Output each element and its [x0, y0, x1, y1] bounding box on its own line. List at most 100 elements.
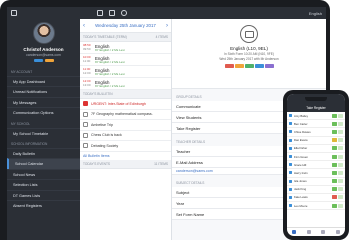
- attendance-mark[interactable]: [338, 121, 343, 126]
- attendance-mark[interactable]: [338, 154, 343, 159]
- class-tag: [264, 64, 274, 68]
- attendance-mark[interactable]: [338, 162, 343, 167]
- home-tab-icon[interactable]: [292, 230, 297, 234]
- student-check-icon: [289, 155, 292, 159]
- attendance-mark[interactable]: [332, 195, 337, 200]
- attendance-mark[interactable]: [338, 203, 343, 208]
- bulletin-icon: [83, 143, 88, 149]
- bulletin-text: Chess Club is back: [91, 133, 122, 138]
- current-date[interactable]: Wednesday 25th January 2017: [95, 23, 156, 28]
- student-check-icon: [289, 163, 292, 167]
- register-row[interactable]: Amy Bailey: [287, 112, 345, 121]
- register-row[interactable]: Leo Moore: [287, 202, 345, 211]
- bulletin-title: Today's Bulletin: [83, 92, 113, 96]
- register-row[interactable]: Isla Jones: [287, 178, 345, 186]
- attendance-mark[interactable]: [332, 162, 337, 167]
- attendance-mark[interactable]: [332, 203, 337, 208]
- lesson-time: 08:50 09:50: [83, 43, 95, 51]
- register-row[interactable]: Ella Fisher: [287, 145, 345, 153]
- attendance-mark[interactable]: [332, 138, 337, 143]
- register-row[interactable]: Finn Green: [287, 153, 345, 162]
- register-row[interactable]: Jack King: [287, 186, 345, 194]
- sidebar-section-title: School Information: [11, 141, 48, 146]
- sidebar-item[interactable]: My App Dashboard: [7, 76, 80, 86]
- sidebar-item[interactable]: My Messages: [7, 96, 80, 107]
- sidebar-item[interactable]: Absent Registers: [7, 199, 80, 210]
- bulletin-item[interactable]: 7F Geography mathematical compass.: [80, 110, 171, 120]
- sidebar-item[interactable]: Selection Lists: [7, 179, 80, 189]
- attendance-mark[interactable]: [338, 138, 343, 143]
- attendance-mark[interactable]: [338, 129, 343, 134]
- attendance-mark[interactable]: [338, 187, 343, 192]
- register-row[interactable]: Harry Irwin: [287, 169, 345, 178]
- sidebar-item[interactable]: School Calendar: [7, 158, 80, 169]
- attendance-mark[interactable]: [332, 187, 337, 192]
- timetable-row[interactable]: 12:00 13:00 English 9Y English / 2 Ms Lexi: [80, 78, 171, 90]
- attendance-mark[interactable]: [332, 146, 337, 151]
- lesson-detail: 9Y English / 2 Ms Lexi: [95, 84, 125, 88]
- lesson-detail: 9Y English / 2 Ms Lexi: [95, 60, 125, 64]
- lesson-end: 12:00: [83, 70, 91, 75]
- attendance-mark[interactable]: [332, 170, 337, 175]
- sidebar-item[interactable]: My School Timetable: [7, 127, 80, 138]
- sidebar-item[interactable]: Unread Notifications: [7, 86, 80, 96]
- attendance-mark[interactable]: [338, 195, 343, 200]
- sidebar-item[interactable]: Daily Bulletin: [7, 147, 80, 158]
- sidebar-item[interactable]: DT Games Lists: [7, 189, 80, 200]
- avatar[interactable]: [32, 22, 55, 44]
- bulletin-item[interactable]: Chess Club is back: [80, 131, 171, 141]
- class-summary: English (L10, 9EL) In Sixth Form 10:20 A…: [172, 19, 326, 89]
- attendance-mark[interactable]: [332, 113, 337, 118]
- student-check-icon: [289, 204, 292, 208]
- lesson-info: English 9Y English / 2 Ms Lexi: [95, 44, 125, 52]
- all-bulletin-link[interactable]: All Bulletin Items: [80, 152, 171, 160]
- lesson-end: 09:50: [83, 46, 91, 51]
- lesson-info: English 9Y English / 2 Ms Lexi: [95, 68, 125, 76]
- attendance-mark[interactable]: [338, 179, 343, 184]
- timetable-row[interactable]: 11:00 12:00 English 9Y English / 2 Ms Lexi: [80, 66, 171, 78]
- register-row[interactable]: Dan Evans: [287, 137, 345, 145]
- bulletin-item[interactable]: Debating Society: [80, 141, 171, 152]
- bulletin-icon: [83, 111, 88, 117]
- attendance-mark[interactable]: [332, 129, 337, 134]
- class-tag: [234, 64, 244, 68]
- user-email: canderson@sams.com: [26, 53, 61, 57]
- bulletin-item[interactable]: Ambetise Trip: [80, 120, 171, 131]
- register-row[interactable]: Chloe Davies: [287, 128, 345, 137]
- register-row[interactable]: Grace Hill: [287, 161, 345, 170]
- messages-tab-icon[interactable]: [321, 230, 326, 234]
- messages-icon[interactable]: [109, 10, 115, 16]
- more-tab-icon[interactable]: [335, 230, 340, 234]
- sidebar-item[interactable]: Communication Options: [7, 107, 80, 117]
- attendance-mark[interactable]: [332, 154, 337, 159]
- attendance-mark[interactable]: [338, 170, 343, 175]
- menu-icon[interactable]: [11, 10, 17, 16]
- attendance-mark[interactable]: [338, 146, 343, 151]
- timetable-header: Today's Timetable (Term) 4 items: [80, 33, 171, 42]
- bulletin-icon: [83, 132, 88, 138]
- phone-title: Take Register: [287, 104, 345, 112]
- add-icon[interactable]: [121, 10, 127, 16]
- class-tag: [224, 64, 234, 68]
- student-name: Jack King: [294, 187, 307, 192]
- tablet-device: English Christof Anderson canderson@sams…: [0, 0, 330, 240]
- date-navigator: ‹ Wednesday 25th January 2017 ›: [80, 19, 171, 33]
- user-profile: Christof Anderson canderson@sams.com: [7, 22, 80, 66]
- timetable-row[interactable]: 08:50 09:50 English 9Y English / 2 Ms Lexi: [80, 42, 171, 54]
- bulletin-item[interactable]: URGENT: Inter-State of Edinburgh: [80, 99, 171, 110]
- lesson-detail: 9Y English / 2 Ms Lexi: [95, 72, 125, 76]
- attendance-mark[interactable]: [332, 121, 337, 126]
- language-selector[interactable]: English: [309, 11, 322, 16]
- calendar-tab-icon[interactable]: [306, 230, 311, 234]
- sidebar-item[interactable]: School News: [7, 168, 80, 179]
- timetable-row[interactable]: 10:00 11:00 English 9Y English / 2 Ms Lexi: [80, 54, 171, 66]
- attendance-mark[interactable]: [338, 113, 343, 118]
- prev-day-icon[interactable]: ‹: [83, 23, 85, 29]
- calendar-icon[interactable]: [97, 10, 103, 16]
- next-day-icon[interactable]: ›: [166, 23, 168, 29]
- attendance-mark[interactable]: [332, 179, 337, 184]
- student-name: Ella Fisher: [294, 146, 308, 151]
- register-row[interactable]: Kate Lewis: [287, 194, 345, 203]
- register-row[interactable]: Ben Carter: [287, 120, 345, 129]
- bulletin-text: Ambetise Trip: [91, 122, 113, 127]
